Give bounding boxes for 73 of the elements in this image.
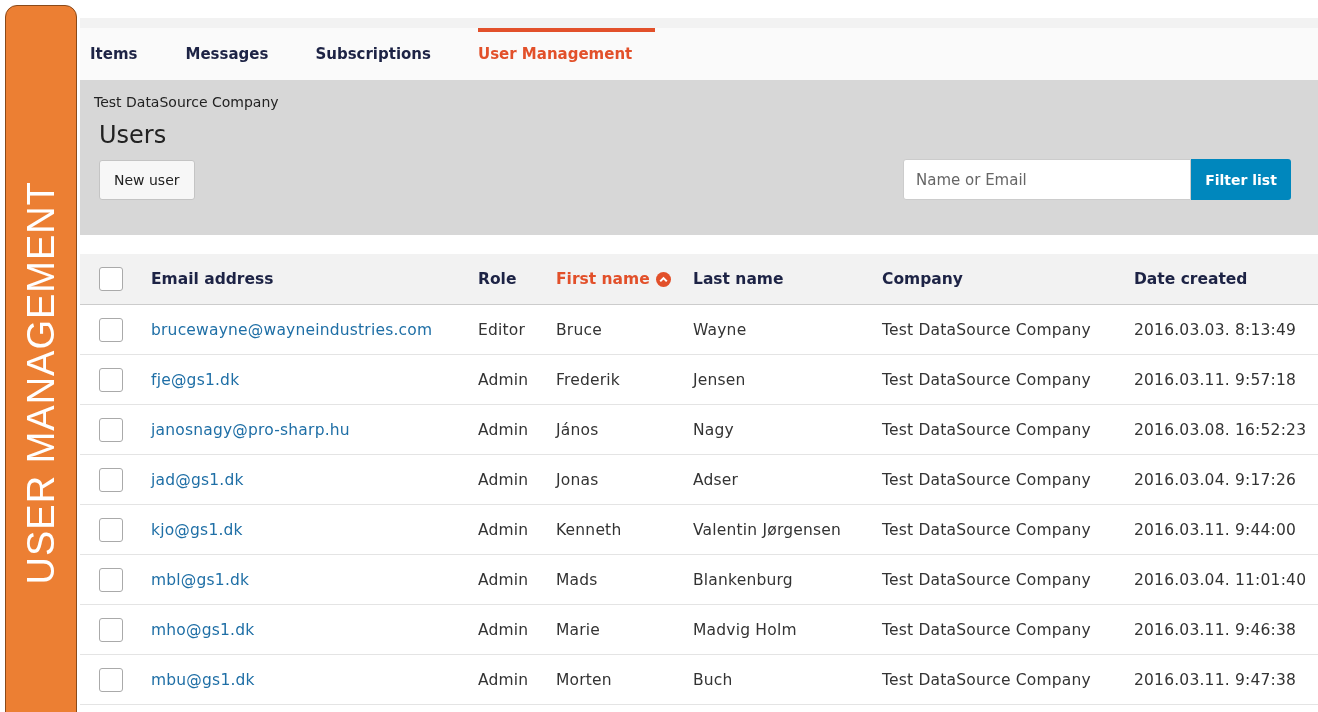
email-link[interactable]: mho@gs1.dk: [151, 620, 478, 639]
sort-ascending-icon[interactable]: [655, 271, 671, 287]
email-link[interactable]: jad@gs1.dk: [151, 470, 478, 489]
table-cell-text: Buch: [693, 670, 734, 689]
table-cell-text: 2016.03.11. 9:47:38: [1134, 670, 1298, 689]
table-cell-text: Wayne: [693, 320, 748, 339]
table-cell-text: Test DataSource Company: [882, 670, 1092, 689]
table-cell-text: Admin: [478, 470, 530, 489]
table-cell-text: Test DataSource Company: [882, 570, 1092, 589]
table-cell-text: Madvig Holm: [693, 620, 798, 639]
table-cell-text: Valentin Jørgensen: [693, 520, 843, 539]
table-cell-text: Adser: [693, 470, 740, 489]
select-all-checkbox[interactable]: [99, 267, 123, 291]
table-cell-text: 2016.03.11. 9:57:18: [1134, 370, 1298, 389]
table-cell-text: 2016.03.04. 11:01:40: [1134, 570, 1308, 589]
row-checkbox[interactable]: [99, 667, 123, 692]
column-header[interactable]: Role: [478, 270, 517, 288]
email-link[interactable]: mbl@gs1.dk: [151, 570, 478, 589]
table-cell-text: Test DataSource Company: [882, 520, 1092, 539]
column-header[interactable]: First name: [556, 270, 650, 288]
table-cell-text: Marie: [556, 620, 602, 639]
table-cell-text: Test DataSource Company: [882, 470, 1092, 489]
table-cell-text: 2016.03.11. 9:44:00: [1134, 520, 1298, 539]
table-cell-text: Nagy: [693, 420, 735, 439]
table-cell-text: Admin: [478, 620, 530, 639]
table-cell-text: Morten: [556, 670, 613, 689]
table-cell-text: Jonas: [556, 470, 600, 489]
email-link[interactable]: janosnagy@pro-sharp.hu: [151, 420, 478, 439]
email-link[interactable]: fje@gs1.dk: [151, 370, 478, 389]
table-cell-text: Admin: [478, 420, 530, 439]
table-cell-text: Bruce: [556, 320, 603, 339]
table-cell-text: Test DataSource Company: [882, 420, 1092, 439]
row-checkbox[interactable]: [99, 317, 123, 342]
table-cell-text: Editor: [478, 320, 527, 339]
table-cell-text: Test DataSource Company: [882, 620, 1092, 639]
table-cell-text: Test DataSource Company: [882, 370, 1092, 389]
search-field[interactable]: Name or Email: [903, 159, 1191, 200]
row-checkbox[interactable]: [99, 417, 123, 442]
table-cell-text: Admin: [478, 570, 530, 589]
email-link[interactable]: mbu@gs1.dk: [151, 670, 478, 689]
column-header[interactable]: Email address: [151, 270, 274, 288]
table-cell-text: 2016.03.03. 8:13:49: [1134, 320, 1298, 339]
table-cell-text: 2016.03.04. 9:17:26: [1134, 470, 1298, 489]
row-checkbox[interactable]: [99, 617, 123, 642]
table-cell-text: Test DataSource Company: [882, 320, 1092, 339]
new-user-button[interactable]: New user: [99, 159, 195, 200]
nav-tab[interactable]: Items: [90, 28, 138, 80]
table-cell-text: Admin: [478, 520, 530, 539]
nav-tab[interactable]: Subscriptions: [315, 28, 454, 80]
row-checkbox[interactable]: [99, 467, 123, 492]
table-cell-text: János: [556, 420, 600, 439]
nav-tab[interactable]: Messages: [185, 28, 292, 80]
column-header[interactable]: Company: [882, 270, 963, 288]
table-cell-text: Kenneth: [556, 520, 623, 539]
column-header[interactable]: Last name: [693, 270, 784, 288]
table-cell-text: Admin: [478, 670, 530, 689]
table-cell-text: 2016.03.08. 16:52:23: [1134, 420, 1308, 439]
table-cell-text: Mads: [556, 570, 599, 589]
table-cell-text: Jensen: [693, 370, 747, 389]
table-cell-text: Frederik: [556, 370, 621, 389]
page-title: Users: [99, 121, 168, 149]
email-link[interactable]: brucewayne@wayneindustries.com: [151, 320, 478, 339]
row-checkbox[interactable]: [99, 517, 123, 542]
side-label: USER MANAGEMENT: [19, 180, 63, 584]
row-checkbox[interactable]: [99, 367, 123, 392]
company-name: Test DataSource Company: [94, 94, 280, 110]
table-cell-text: Admin: [478, 370, 530, 389]
column-header[interactable]: Date created: [1134, 270, 1248, 288]
table-cell-text: 2016.03.11. 9:46:38: [1134, 620, 1298, 639]
filter-button[interactable]: Filter list: [1191, 159, 1291, 200]
table-cell-text: Blankenburg: [693, 570, 794, 589]
email-link[interactable]: kjo@gs1.dk: [151, 520, 478, 539]
row-checkbox[interactable]: [99, 567, 123, 592]
